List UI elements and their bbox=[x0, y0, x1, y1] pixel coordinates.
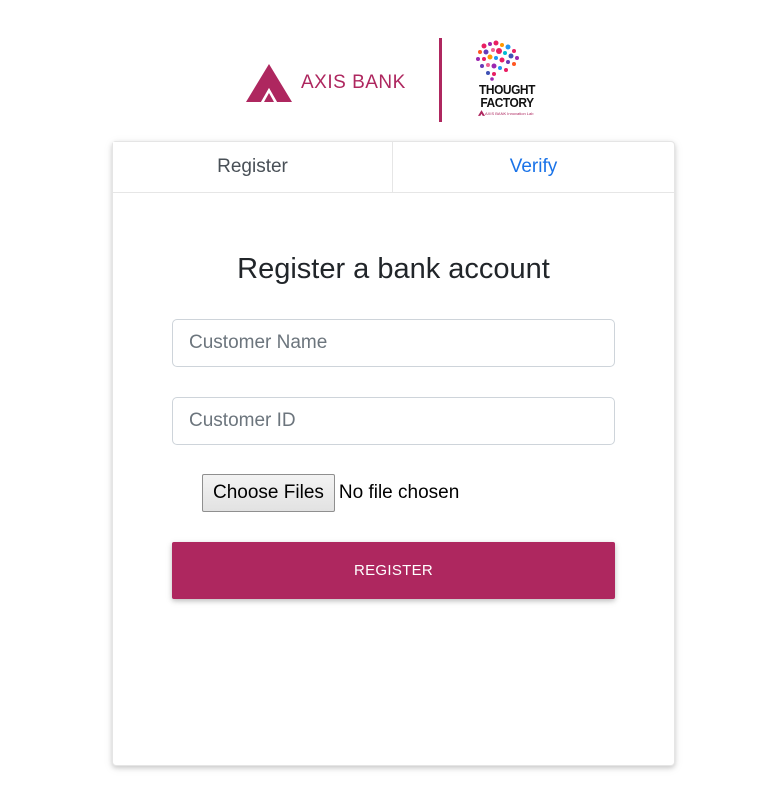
thought-factory-logo: THOUGHT FACTORY AXIS BANK Innovation Lab bbox=[474, 40, 540, 120]
customer-name-input[interactable] bbox=[172, 319, 615, 367]
file-upload: Choose Files No file chosen bbox=[202, 474, 459, 512]
register-card: Register Verify Register a bank account … bbox=[112, 141, 675, 766]
innovation-lab-text: AXIS BANK Innovation Lab bbox=[485, 110, 534, 116]
axis-mini-icon bbox=[478, 110, 485, 116]
file-status-text: No file chosen bbox=[338, 482, 460, 503]
tab-verify[interactable]: Verify bbox=[393, 142, 674, 192]
tab-bar: Register Verify bbox=[113, 142, 674, 193]
axis-bank-name: AXIS BANK bbox=[301, 72, 406, 93]
factory-text: FACTORY bbox=[480, 95, 534, 110]
tab-register[interactable]: Register bbox=[113, 142, 393, 192]
brain-dots-icon bbox=[476, 40, 519, 81]
page-title: Register a bank account bbox=[237, 253, 550, 285]
axis-bank-logo: AXIS BANK bbox=[246, 62, 411, 104]
choose-files-button[interactable]: Choose Files bbox=[202, 474, 335, 512]
register-button[interactable]: REGISTER bbox=[172, 542, 615, 599]
logo-divider bbox=[439, 38, 442, 122]
customer-id-input[interactable] bbox=[172, 397, 615, 445]
axis-bank-logo-icon bbox=[246, 64, 292, 102]
innovation-lab-tag: AXIS BANK Innovation Lab bbox=[478, 110, 533, 116]
header: AXIS BANK THOUGHT FACTORY AXIS BANK Inno… bbox=[0, 0, 782, 130]
